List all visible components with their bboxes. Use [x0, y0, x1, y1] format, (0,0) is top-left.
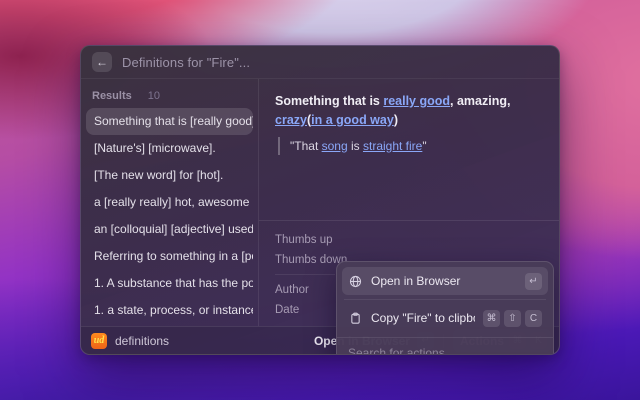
list-item[interactable]: Referring to something in a [positive...: [86, 243, 253, 270]
raycast-window: ← Definitions for "Fire"... Results 10 S…: [80, 45, 560, 355]
list-item[interactable]: 1. A substance that has the power t...: [86, 270, 253, 297]
text-segment: Something that is: [275, 94, 383, 108]
action-item[interactable]: Copy "Fire" to clipboard ⌘⇧C: [342, 304, 548, 332]
action-shortcut-keys: ⌘⇧C: [483, 310, 542, 327]
titlebar: ← Definitions for "Fire"...: [81, 46, 559, 79]
list-item[interactable]: When yelled, [clears] out a [crowded...: [86, 324, 253, 326]
inline-link[interactable]: song: [322, 139, 348, 153]
text-segment: , amazing,: [450, 94, 510, 108]
detail-content: Something that is really good, amazing, …: [259, 79, 559, 220]
arrow-left-icon: ←: [96, 55, 108, 69]
key-badge: ⇧: [504, 310, 521, 327]
key-badge: ⌘: [483, 310, 500, 327]
key-badge: C: [525, 310, 542, 327]
definition-text: Something that is really good, amazing, …: [275, 92, 543, 130]
metadata-label: Thumbs up: [275, 230, 559, 250]
action-item-label: Open in Browser: [371, 274, 517, 288]
results-label: Results: [92, 90, 132, 102]
actions-popover-list: Open in Browser ↵ Copy "Fire" to clipboard…: [342, 267, 548, 332]
list-item[interactable]: 1. a state, process, or instance of [co.…: [86, 297, 253, 324]
results-list: Something that is [really good], ama...[…: [84, 108, 255, 326]
back-button[interactable]: ←: [92, 52, 112, 72]
inline-link[interactable]: really good: [383, 94, 450, 108]
text-segment: ": [422, 139, 426, 153]
popover-divider: [344, 299, 546, 300]
list-item[interactable]: a [really really] hot, awesome or ama...: [86, 189, 253, 216]
action-shortcut-keys: ↵: [525, 273, 542, 290]
list-item[interactable]: Something that is [really good], ama...: [86, 108, 253, 135]
clipboard-icon: [348, 311, 363, 326]
list-item[interactable]: [The new word] for [hot].: [86, 162, 253, 189]
metadata-divider: [275, 274, 335, 275]
window-title: Definitions for "Fire"...: [122, 55, 250, 70]
example-quote: "That song is straight fire": [278, 137, 543, 155]
results-pane: Results 10 Something that is [really goo…: [81, 79, 259, 326]
text-segment: is: [348, 139, 363, 153]
text-segment: ): [394, 113, 398, 127]
key-badge: ↵: [525, 273, 542, 290]
action-item[interactable]: Open in Browser ↵: [342, 267, 548, 295]
actions-search-input[interactable]: Search for actions...: [337, 337, 553, 355]
list-item[interactable]: an [colloquial] [adjective] used to de..…: [86, 216, 253, 243]
inline-link[interactable]: straight fire: [363, 139, 422, 153]
text-segment: "That: [290, 139, 322, 153]
inline-link[interactable]: in a good way: [311, 113, 394, 127]
inline-link[interactable]: crazy: [275, 113, 307, 127]
actions-popover: Open in Browser ↵ Copy "Fire" to clipboard…: [336, 261, 554, 355]
urban-dictionary-icon: ud: [91, 333, 107, 349]
list-item[interactable]: [Nature's] [microwave].: [86, 135, 253, 162]
action-item-label: Copy "Fire" to clipboard: [371, 311, 475, 325]
results-count: 10: [148, 90, 160, 102]
window-body: Results 10 Something that is [really goo…: [81, 79, 559, 326]
results-header: Results 10: [84, 85, 255, 108]
footer-app-label: definitions: [115, 334, 169, 348]
globe-icon: [348, 274, 363, 289]
